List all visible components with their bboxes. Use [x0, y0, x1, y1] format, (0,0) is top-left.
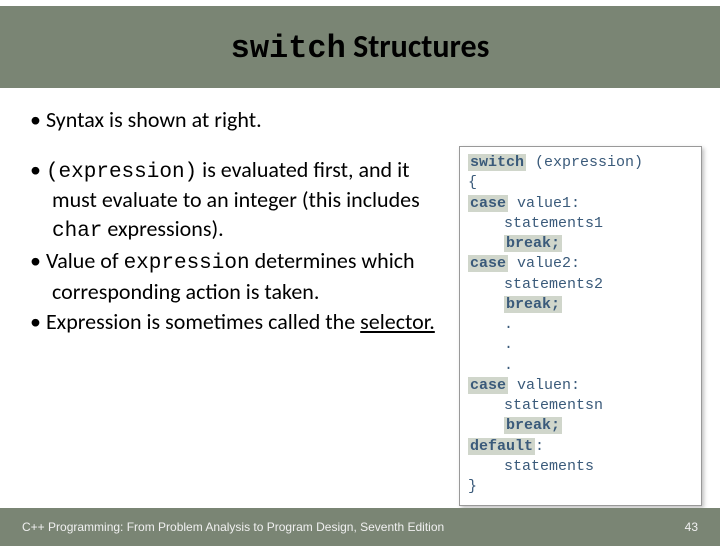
- code-line-13: statementsn: [468, 396, 693, 416]
- code-line-12: case valuen:: [468, 376, 693, 396]
- bullet-2-text2: expressions).: [102, 215, 223, 242]
- code-line-1: switch (expression): [468, 153, 693, 173]
- code-line-17: }: [468, 477, 693, 497]
- title-rest: Structures: [346, 27, 490, 66]
- code-l5a: [468, 235, 504, 252]
- title-band: switch Structures: [0, 6, 720, 88]
- code-line-11: .: [468, 356, 693, 376]
- bullet-2: (expression) is evaluated first, and it …: [30, 156, 448, 246]
- kw-case2: case: [468, 255, 508, 272]
- page-number: 43: [685, 520, 698, 534]
- bullet-2-code1: (expression): [46, 161, 197, 184]
- code-l3b: value1:: [508, 195, 580, 212]
- code-line-15: default:: [468, 437, 693, 457]
- code-line-6: case value2:: [468, 254, 693, 274]
- kw-case1: case: [468, 195, 508, 212]
- slide-title: switch Structures: [231, 27, 490, 67]
- bullet-list: (expression) is evaluated first, and it …: [30, 156, 448, 337]
- code-line-8: break;: [468, 295, 693, 315]
- footer-band: C++ Programming: From Problem Analysis t…: [0, 508, 720, 546]
- kw-break1: break;: [504, 235, 562, 252]
- bullet-2-code2: char: [52, 220, 102, 243]
- code-line-2: {: [468, 173, 693, 193]
- code-line-10: .: [468, 335, 693, 355]
- code-figure: switch (expression) { case value1: state…: [459, 146, 702, 506]
- bullet-1-text: Syntax is shown at right.: [46, 106, 262, 133]
- code-line-16: statements: [468, 457, 693, 477]
- code-l12b: valuen:: [508, 377, 580, 394]
- code-l1b: (expression): [526, 154, 643, 171]
- bullet-3-code: expression: [124, 252, 250, 275]
- code-l8a: [468, 296, 504, 313]
- footer-text: C++ Programming: From Problem Analysis t…: [22, 520, 444, 534]
- code-line-3: case value1:: [468, 194, 693, 214]
- bullet-4-selector: selector.: [360, 308, 435, 335]
- kw-breakn: break;: [504, 417, 562, 434]
- bullet-1: Syntax is shown at right.: [30, 106, 690, 134]
- code-l15b: :: [535, 438, 544, 455]
- kw-switch: switch: [468, 154, 526, 171]
- content-area: Syntax is shown at right. (expression) i…: [0, 88, 720, 337]
- code-line-9: .: [468, 315, 693, 335]
- code-line-4: statements1: [468, 214, 693, 234]
- title-keyword: switch: [231, 30, 346, 67]
- kw-default: default: [468, 438, 535, 455]
- code-l6b: value2:: [508, 255, 580, 272]
- code-l14a: [468, 417, 504, 434]
- kw-casen: case: [468, 377, 508, 394]
- code-line-7: statements2: [468, 275, 693, 295]
- code-line-5: break;: [468, 234, 693, 254]
- bullet-3-text1: Value of: [46, 247, 124, 274]
- bullet-4-text: Expression is sometimes called the: [46, 308, 360, 335]
- kw-break2: break;: [504, 296, 562, 313]
- bullet-3: Value of expression determines which cor…: [30, 247, 448, 306]
- code-line-14: break;: [468, 416, 693, 436]
- bullet-4: Expression is sometimes called the selec…: [30, 308, 448, 336]
